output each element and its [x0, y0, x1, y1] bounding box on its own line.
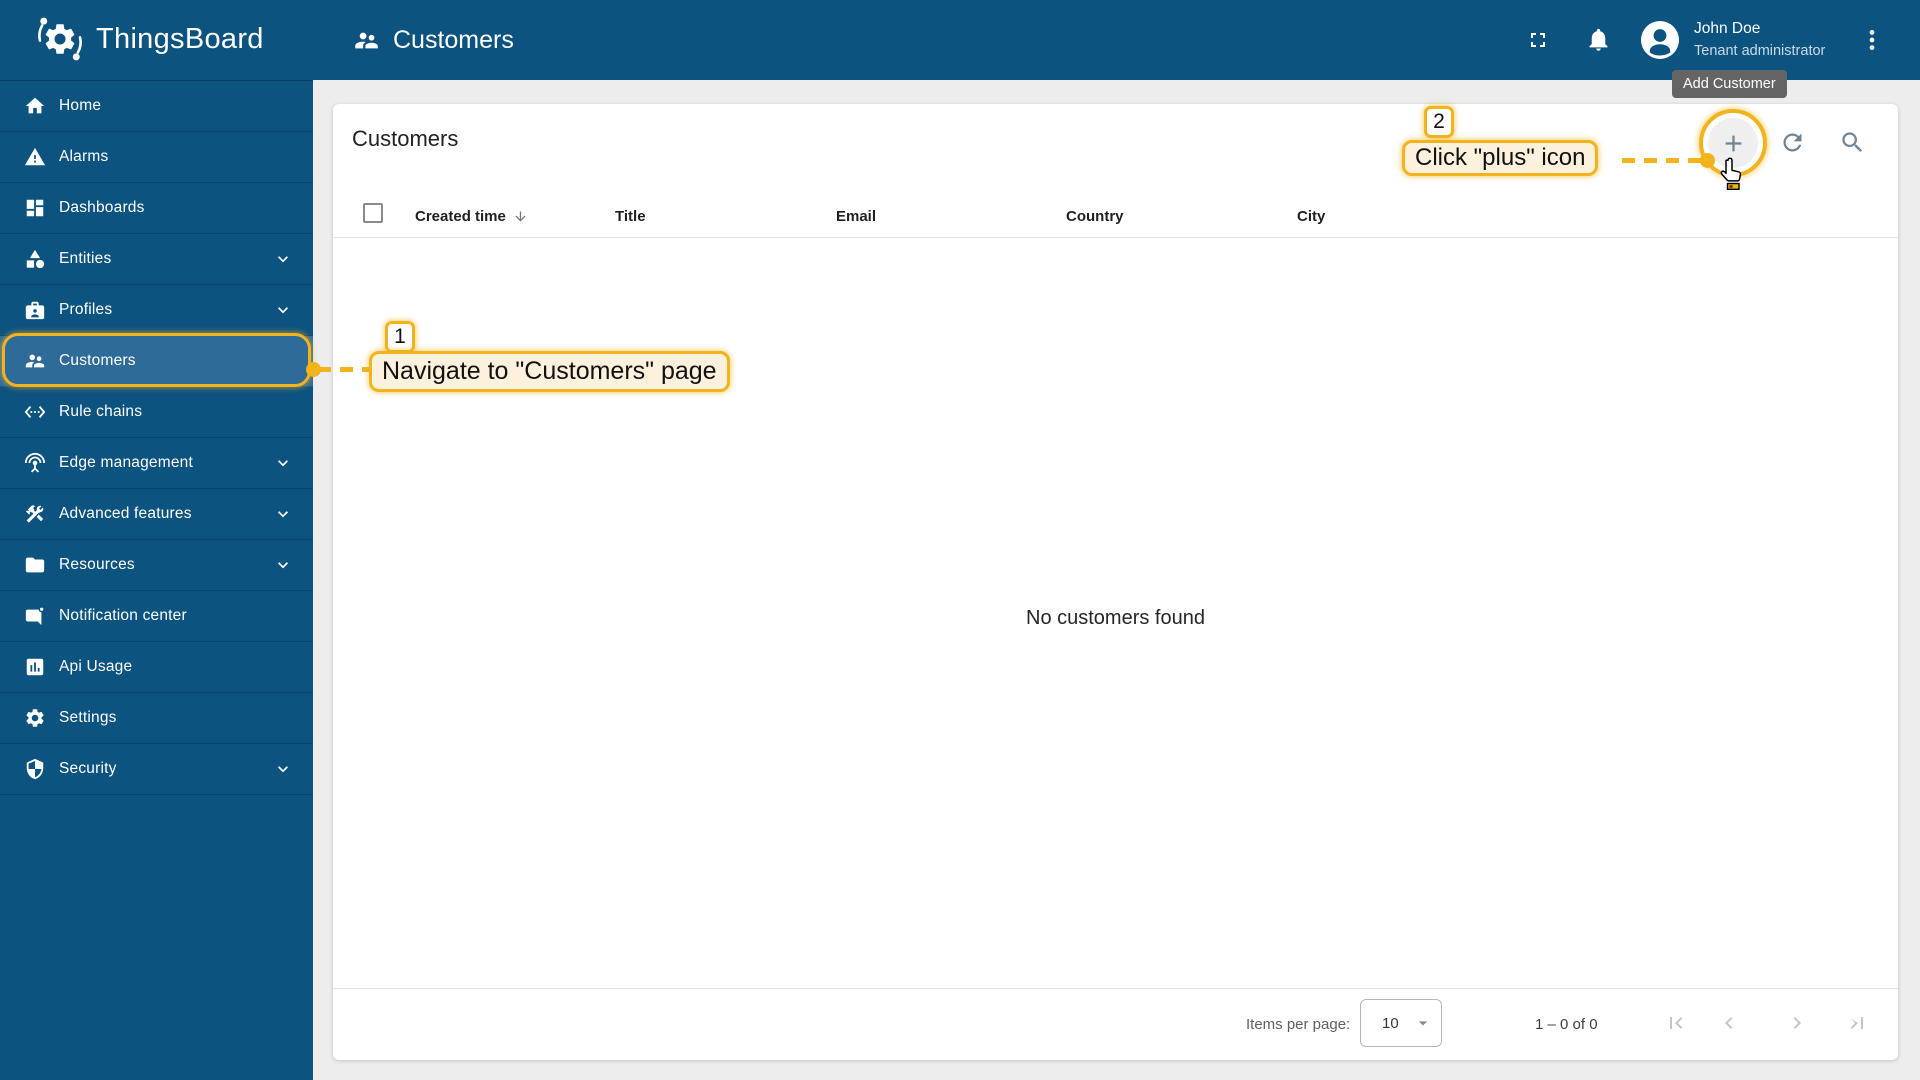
header-divider	[333, 237, 1898, 238]
column-header-email[interactable]: Email	[836, 208, 876, 225]
sidebar-item-api-usage[interactable]: Api Usage	[0, 642, 313, 693]
customers-card: Customers Created time Title Email Country C…	[333, 104, 1898, 1060]
sidebar-item-security[interactable]: Security	[0, 744, 313, 795]
sidebar-item-notification-center[interactable]: Notification center	[0, 591, 313, 642]
user-name: John Doe	[1694, 20, 1761, 37]
previous-page-button[interactable]	[1717, 1011, 1741, 1035]
sidebar-item-label: Resources	[59, 556, 135, 573]
sidebar-item-rule-chains[interactable]: Rule chains	[0, 387, 313, 438]
plus-icon	[1720, 130, 1747, 157]
step1-number-badge: 1	[385, 321, 415, 353]
step2-connector-dot	[1700, 153, 1715, 168]
page-size-value: 10	[1382, 1014, 1399, 1032]
dashboards-icon	[24, 197, 46, 219]
sidebar-item-label: Customers	[59, 352, 136, 369]
app-name: ThingsBoard	[96, 22, 264, 55]
column-header-city[interactable]: City	[1297, 208, 1325, 225]
sidebar-item-resources[interactable]: Resources	[0, 540, 313, 591]
next-page-button[interactable]	[1785, 1011, 1809, 1035]
sidebar-item-home[interactable]: Home	[0, 81, 313, 132]
kebab-menu-icon[interactable]	[1859, 27, 1885, 53]
topbar-page-title: Customers	[353, 0, 514, 80]
topbar: ThingsBoard Customers John Doe Tenant ad…	[0, 0, 1920, 80]
sidebar-item-label: Settings	[59, 709, 117, 726]
step2-callout: Click "plus" icon	[1402, 140, 1599, 176]
sidebar-item-label: Dashboards	[59, 199, 145, 216]
notifications-bell-icon[interactable]	[1585, 26, 1612, 53]
search-icon[interactable]	[1839, 129, 1866, 156]
avatar[interactable]	[1640, 20, 1680, 60]
app-logo[interactable]: ThingsBoard	[34, 13, 264, 65]
fullscreen-icon[interactable]	[1526, 28, 1550, 52]
thingsboard-logo-icon	[34, 13, 86, 65]
sidebar-item-dashboards[interactable]: Dashboards	[0, 183, 313, 234]
sort-arrow-down-icon	[513, 209, 528, 224]
select-all-checkbox[interactable]	[363, 203, 383, 223]
step2-connector-line	[1622, 158, 1702, 163]
sidebar-item-label: Home	[59, 97, 102, 114]
user-role: Tenant administrator	[1694, 43, 1826, 59]
sidebar-item-label: Notification center	[59, 607, 187, 624]
edge-management-icon	[24, 452, 46, 474]
sidebar-item-alarms[interactable]: Alarms	[0, 132, 313, 183]
sidebar-item-label: Profiles	[59, 301, 113, 318]
api-usage-icon	[24, 656, 46, 678]
chevron-down-icon	[273, 759, 293, 779]
warning-icon	[24, 146, 46, 168]
column-header-created-time[interactable]: Created time	[415, 208, 528, 225]
page-size-select[interactable]: 10	[1360, 999, 1442, 1047]
sidebar-item-label: Edge management	[59, 454, 193, 471]
sidebar-item-settings[interactable]: Settings	[0, 693, 313, 744]
sidebar-item-advanced-features[interactable]: Advanced features	[0, 489, 313, 540]
rule-chains-icon	[24, 401, 46, 423]
profiles-icon	[24, 299, 46, 321]
home-icon	[24, 95, 46, 117]
items-per-page-label: Items per page:	[1246, 1016, 1351, 1033]
customers-people-icon	[353, 27, 380, 54]
footer-divider	[333, 988, 1898, 989]
step1-callout: Navigate to "Customers" page	[369, 351, 730, 392]
thingsboard-app: ThingsBoard Customers John Doe Tenant ad…	[0, 0, 1920, 1080]
first-page-button[interactable]	[1664, 1011, 1688, 1035]
sidebar-item-edge-management[interactable]: Edge management	[0, 438, 313, 489]
resources-icon	[24, 554, 46, 576]
page-title: Customers	[352, 126, 459, 151]
security-icon	[24, 758, 46, 780]
chevron-down-icon	[273, 453, 293, 473]
settings-icon	[24, 707, 46, 729]
chevron-down-icon	[273, 555, 293, 575]
step1-connector-line	[318, 367, 370, 372]
sidebar-item-label: Advanced features	[59, 505, 192, 522]
empty-table-message: No customers found	[1026, 607, 1205, 629]
refresh-icon[interactable]	[1779, 129, 1806, 156]
sidebar-item-label: Security	[59, 760, 117, 777]
add-customer-button[interactable]	[1708, 118, 1758, 168]
entities-icon	[24, 248, 46, 270]
sidebar-item-customers[interactable]: Customers	[0, 336, 313, 387]
add-customer-tooltip: Add Customer	[1672, 70, 1787, 98]
column-header-title[interactable]: Title	[615, 208, 646, 225]
pagination-range: 1 – 0 of 0	[1535, 1016, 1598, 1033]
column-header-country[interactable]: Country	[1066, 208, 1124, 225]
step2-number-badge: 2	[1424, 106, 1454, 138]
advanced-features-icon	[24, 503, 46, 525]
sidebar-item-profiles[interactable]: Profiles	[0, 285, 313, 336]
sidebar-item-entities[interactable]: Entities	[0, 234, 313, 285]
caret-down-icon	[1413, 1013, 1433, 1033]
sidebar-item-label: Alarms	[59, 148, 109, 165]
chevron-down-icon	[273, 300, 293, 320]
sidebar-item-label: Api Usage	[59, 658, 133, 675]
sidebar-item-label: Rule chains	[59, 403, 143, 420]
last-page-button[interactable]	[1845, 1011, 1869, 1035]
notification-center-icon	[24, 605, 46, 627]
sidebar: Home Alarms Dashboards Entities Profiles Cust…	[0, 80, 313, 1080]
chevron-down-icon	[273, 504, 293, 524]
customers-icon	[24, 350, 46, 372]
sidebar-item-label: Entities	[59, 250, 112, 267]
chevron-down-icon	[273, 249, 293, 269]
